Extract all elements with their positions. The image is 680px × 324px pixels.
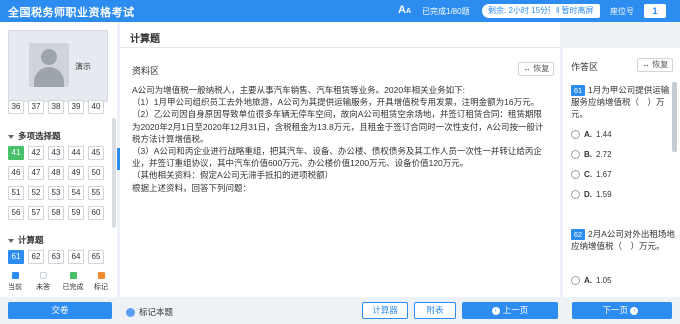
- submit-button[interactable]: 交卷: [8, 302, 112, 319]
- question-cell[interactable]: 51: [8, 186, 24, 200]
- section-calculation[interactable]: 计算题: [8, 234, 44, 246]
- material-label: 资料区: [132, 66, 160, 76]
- legend-done: 已完成: [60, 272, 86, 292]
- question-cell[interactable]: 47: [28, 166, 44, 180]
- question-cell[interactable]: 57: [28, 206, 44, 220]
- mark-question-button[interactable]: 标记本题: [126, 306, 173, 318]
- question-number: 61: [571, 85, 585, 96]
- question-cell[interactable]: 59: [68, 206, 84, 220]
- option-c[interactable]: C. 1.67: [571, 170, 612, 180]
- pin-icon: [126, 308, 135, 318]
- seat-number: 1: [644, 4, 666, 18]
- chevron-down-icon: [8, 238, 14, 243]
- material-text: A公司为增值税一般纳税人，主要从事汽车销售、汽车租赁等业务。2020年相关业务如…: [132, 84, 550, 194]
- option-d[interactable]: D. 1.59: [571, 190, 612, 200]
- question-text: 2月A公司对外出租场地应纳增值税（ ）万元。: [571, 229, 675, 251]
- bottom-bar: 交卷 标记本题 计算器 附表 ‹ 上一页 下一页 ›: [0, 297, 680, 324]
- nav-scrollbar[interactable]: [112, 118, 116, 228]
- question-cell[interactable]: 39: [68, 100, 84, 114]
- option-b[interactable]: B. 2.72: [571, 150, 612, 160]
- question-cell[interactable]: 45: [88, 146, 104, 160]
- status-legend: 当前 未答 已完成 标记: [0, 270, 117, 297]
- question-cell[interactable]: 55: [88, 186, 104, 200]
- question-cell[interactable]: 56: [8, 206, 24, 220]
- question-cell[interactable]: 64: [68, 250, 84, 264]
- prev-page-button[interactable]: ‹ 上一页: [462, 302, 558, 319]
- material-restore-button[interactable]: ↔ 恢复: [518, 62, 555, 76]
- chevron-left-icon: ‹: [491, 306, 500, 315]
- question-cell[interactable]: 61: [8, 250, 24, 264]
- radio-icon: [571, 276, 580, 286]
- material-panel: 计算题 资料区 ↔ 恢复 A公司为增值税一般纳税人，主要从事汽车销售、汽车租赁等…: [120, 22, 560, 297]
- option-a[interactable]: A. 1.05: [571, 276, 612, 286]
- section-title: 计算题: [130, 34, 160, 45]
- answer-label: 作答区: [571, 62, 599, 72]
- font-size-icon[interactable]: AA: [398, 4, 411, 16]
- question-cell[interactable]: 54: [68, 186, 84, 200]
- question-cell[interactable]: 53: [48, 186, 64, 200]
- question-62: 62 2月A公司对外出租场地应纳增值税（ ）万元。: [571, 228, 675, 252]
- radio-icon: [571, 190, 580, 200]
- answer-scrollbar[interactable]: [672, 82, 677, 152]
- question-cell[interactable]: 43: [48, 146, 64, 160]
- next-page-button[interactable]: 下一页 ›: [572, 302, 672, 319]
- question-cell[interactable]: 48: [48, 166, 64, 180]
- progress-text: 已完成1/80题: [422, 7, 470, 16]
- question-cell[interactable]: 42: [28, 146, 44, 160]
- material-paragraph: （3）A公司和丙企业进行战略重组，把其汽车、设备、办公楼、债权债务及其工作人员一…: [132, 146, 542, 169]
- question-cell[interactable]: 60: [88, 206, 104, 220]
- material-paragraph: 根据上述资料，回答下列问题：: [132, 182, 252, 193]
- exam-title: 全国税务师职业资格考试: [8, 7, 135, 19]
- question-nav-panel: 演示 36 37 38 39 40 多项选择题 41 42 43 44 45 4…: [0, 22, 117, 297]
- section-multi-choice[interactable]: 多项选择题: [8, 130, 61, 142]
- question-number: 62: [571, 229, 585, 240]
- question-cell[interactable]: 40: [88, 100, 104, 114]
- question-cell[interactable]: 52: [28, 186, 44, 200]
- chevron-down-icon: [8, 134, 14, 139]
- user-name: 演示: [75, 62, 91, 71]
- material-paragraph: （2）乙公司因自身原因导致单位很多车辆无停车空间，故向A公司租赁空余场地，并签订…: [132, 109, 544, 144]
- calculator-button[interactable]: 计算器: [362, 302, 408, 319]
- radio-icon: [571, 150, 580, 160]
- user-card: 演示: [8, 30, 108, 102]
- answer-panel: 作答区 ↔ 恢复 61 1月为甲公司提供运输服务应纳增值税（ ）万元。 A. 1.4…: [563, 48, 680, 297]
- legend-current: 当前: [2, 272, 28, 292]
- question-cell[interactable]: 65: [88, 250, 104, 264]
- legend-marked: 标记: [88, 272, 114, 292]
- question-cell[interactable]: 36: [8, 100, 24, 114]
- material-paragraph: A公司为增值税一般纳税人，主要从事汽车销售、汽车租赁等业务。2020年相关业务如…: [132, 85, 465, 95]
- top-bar: 全国税务师职业资格考试 AA 已完成1/80题 剩余: 2小时 15分钟 ‖ 暂…: [0, 0, 680, 22]
- answer-restore-button[interactable]: ↔ 恢复: [637, 58, 674, 72]
- question-61: 61 1月为甲公司提供运输服务应纳增值税（ ）万元。: [571, 84, 675, 120]
- question-cell[interactable]: 50: [88, 166, 104, 180]
- radio-icon: [571, 130, 580, 140]
- chevron-right-icon: ›: [630, 306, 639, 315]
- pause-button[interactable]: ‖ 暂时离屏: [550, 4, 600, 18]
- question-cell[interactable]: 38: [48, 100, 64, 114]
- question-cell[interactable]: 58: [48, 206, 64, 220]
- question-cell[interactable]: 46: [8, 166, 24, 180]
- avatar: [29, 43, 69, 87]
- question-cell[interactable]: 41: [8, 146, 24, 160]
- material-header: 计算题: [120, 22, 560, 48]
- question-text: 1月为甲公司提供运输服务应纳增值税（ ）万元。: [571, 85, 670, 119]
- material-paragraph: （其他相关资料：假定A公司无滞手抵扣的进项税额）: [132, 170, 334, 181]
- radio-icon: [571, 170, 580, 180]
- question-cell[interactable]: 44: [68, 146, 84, 160]
- question-cell[interactable]: 62: [28, 250, 44, 264]
- seat-label: 座位号: [610, 7, 634, 16]
- question-cell[interactable]: 63: [48, 250, 64, 264]
- material-paragraph: （1）1月甲公司组织员工去外地旅游，A公司为其提供运输服务，开具增值税专用发票，…: [132, 97, 540, 108]
- attachment-button[interactable]: 附表: [414, 302, 456, 319]
- legend-unanswered: 未答: [30, 272, 56, 292]
- option-a[interactable]: A. 1.44: [571, 130, 612, 140]
- question-cell[interactable]: 37: [28, 100, 44, 114]
- question-cell[interactable]: 49: [68, 166, 84, 180]
